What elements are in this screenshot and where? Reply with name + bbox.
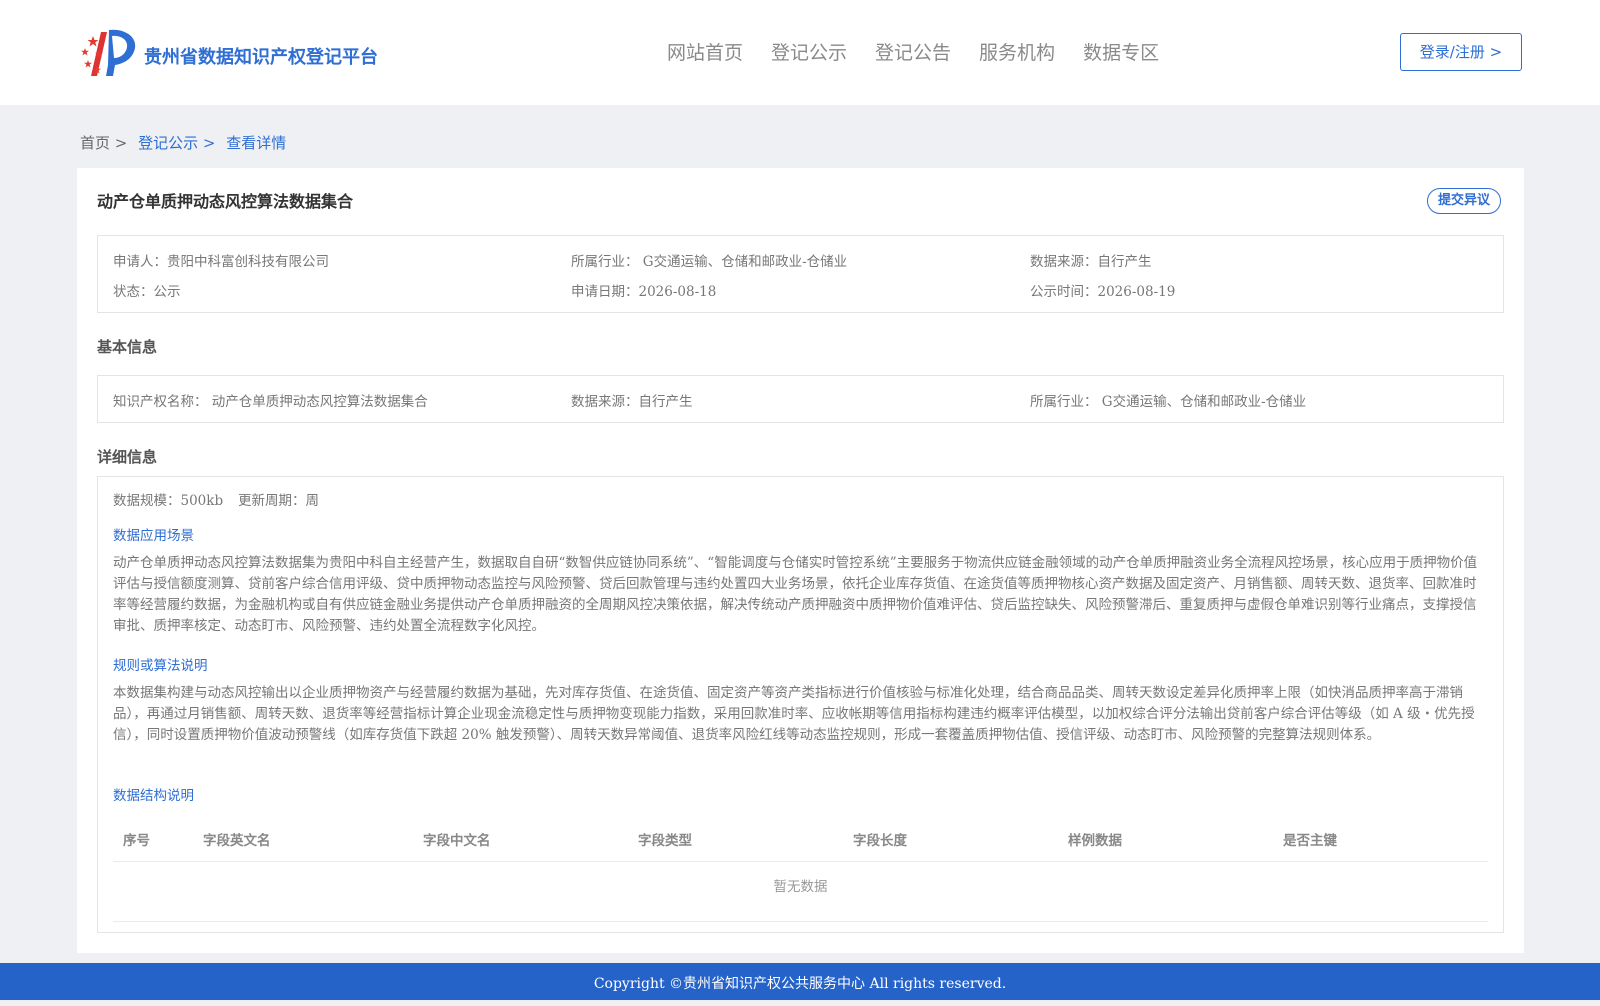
footer-copyright: Copyright ©贵州省知识产权公共服务中心 All rights rese… bbox=[0, 963, 1600, 1000]
detail-info-heading: 详细信息 bbox=[97, 448, 158, 466]
top-header: 贵州省数据知识产权登记平台 网站首页 登记公示 登记公告 服务机构 数据专区 登… bbox=[0, 0, 1600, 105]
basic-info-heading: 基本信息 bbox=[97, 338, 158, 356]
col-primary-key: 是否主键 bbox=[1283, 833, 1337, 849]
basic-industry: 所属行业： G交通运输、仓储和邮政业-仓储业 bbox=[1030, 394, 1307, 410]
rule-label: 规则或算法说明 bbox=[113, 658, 208, 674]
data-source: 数据来源：自行产生 bbox=[1030, 254, 1152, 270]
detail-info-box: 数据规模：500kb 更新周期：周 数据应用场景 动产仓单质押动态风控算法数据集… bbox=[97, 476, 1504, 933]
table-divider bbox=[113, 921, 1488, 922]
col-index: 序号 bbox=[123, 833, 150, 849]
breadcrumb: 首页 > 登记公示 > 查看详情 bbox=[80, 132, 292, 153]
table-divider bbox=[113, 861, 1488, 862]
scene-label: 数据应用场景 bbox=[113, 528, 194, 544]
apply-date: 申请日期：2026-08-18 bbox=[571, 284, 717, 300]
login-register-button[interactable]: 登录/注册 > bbox=[1400, 33, 1522, 71]
col-english-name: 字段英文名 bbox=[203, 833, 271, 849]
industry: 所属行业： G交通运输、仓储和邮政业-仓储业 bbox=[571, 254, 848, 270]
nav-registration-announcement[interactable]: 登记公告 bbox=[875, 38, 951, 65]
nav-data-zone[interactable]: 数据专区 bbox=[1083, 38, 1159, 65]
status: 状态：公示 bbox=[113, 284, 181, 300]
basic-data-source: 数据来源：自行产生 bbox=[571, 394, 693, 410]
col-field-type: 字段类型 bbox=[638, 833, 692, 849]
publish-date: 公示时间：2026-08-19 bbox=[1030, 284, 1176, 300]
summary-box: 申请人：贵阳中科富创科技有限公司 所属行业： G交通运输、仓储和邮政业-仓储业 … bbox=[97, 235, 1504, 313]
applicant: 申请人：贵阳中科富创科技有限公司 bbox=[113, 254, 329, 270]
structure-label: 数据结构说明 bbox=[113, 788, 194, 804]
submit-objection-button[interactable]: 提交异议 bbox=[1427, 188, 1501, 214]
update-cycle: 更新周期：周 bbox=[238, 493, 319, 509]
empty-state: 暂无数据 bbox=[773, 879, 828, 895]
basic-info-box: 知识产权名称： 动产仓单质押动态风控算法数据集合 数据来源：自行产生 所属行业：… bbox=[97, 375, 1504, 423]
col-sample-data: 样例数据 bbox=[1068, 833, 1122, 849]
page-title: 动产仓单质押动态风控算法数据集合 bbox=[97, 192, 354, 211]
site-title[interactable]: 贵州省数据知识产权登记平台 bbox=[144, 43, 378, 69]
breadcrumb-home[interactable]: 首页 > bbox=[80, 134, 127, 152]
nav-home[interactable]: 网站首页 bbox=[667, 38, 743, 65]
rule-text: 本数据集构建与动态风控输出以企业质押物资产与经营履约数据为基础，先对库存货值、在… bbox=[113, 685, 1475, 743]
breadcrumb-current: 查看详情 bbox=[226, 134, 287, 152]
nav-service-agencies[interactable]: 服务机构 bbox=[979, 38, 1055, 65]
scene-text: 动产仓单质押动态风控算法数据集为贵阳中科自主经营产生，数据取自自研“数智供应链协… bbox=[113, 555, 1478, 634]
col-chinese-name: 字段中文名 bbox=[423, 833, 491, 849]
col-field-length: 字段长度 bbox=[853, 833, 907, 849]
platform-logo-icon[interactable] bbox=[79, 26, 139, 78]
breadcrumb-list[interactable]: 登记公示 > bbox=[138, 134, 215, 152]
nav-registration-notice[interactable]: 登记公示 bbox=[771, 38, 847, 65]
detail-panel: 动产仓单质押动态风控算法数据集合 提交异议 申请人：贵阳中科富创科技有限公司 所… bbox=[77, 168, 1524, 953]
main-nav: 网站首页 登记公示 登记公告 服务机构 数据专区 bbox=[667, 38, 1187, 65]
ip-name: 知识产权名称： 动产仓单质押动态风控算法数据集合 bbox=[113, 394, 428, 410]
data-scale: 数据规模：500kb bbox=[113, 493, 224, 509]
structure-table-header: 序号 字段英文名 字段中文名 字段类型 字段长度 样例数据 是否主键 bbox=[113, 821, 1488, 861]
